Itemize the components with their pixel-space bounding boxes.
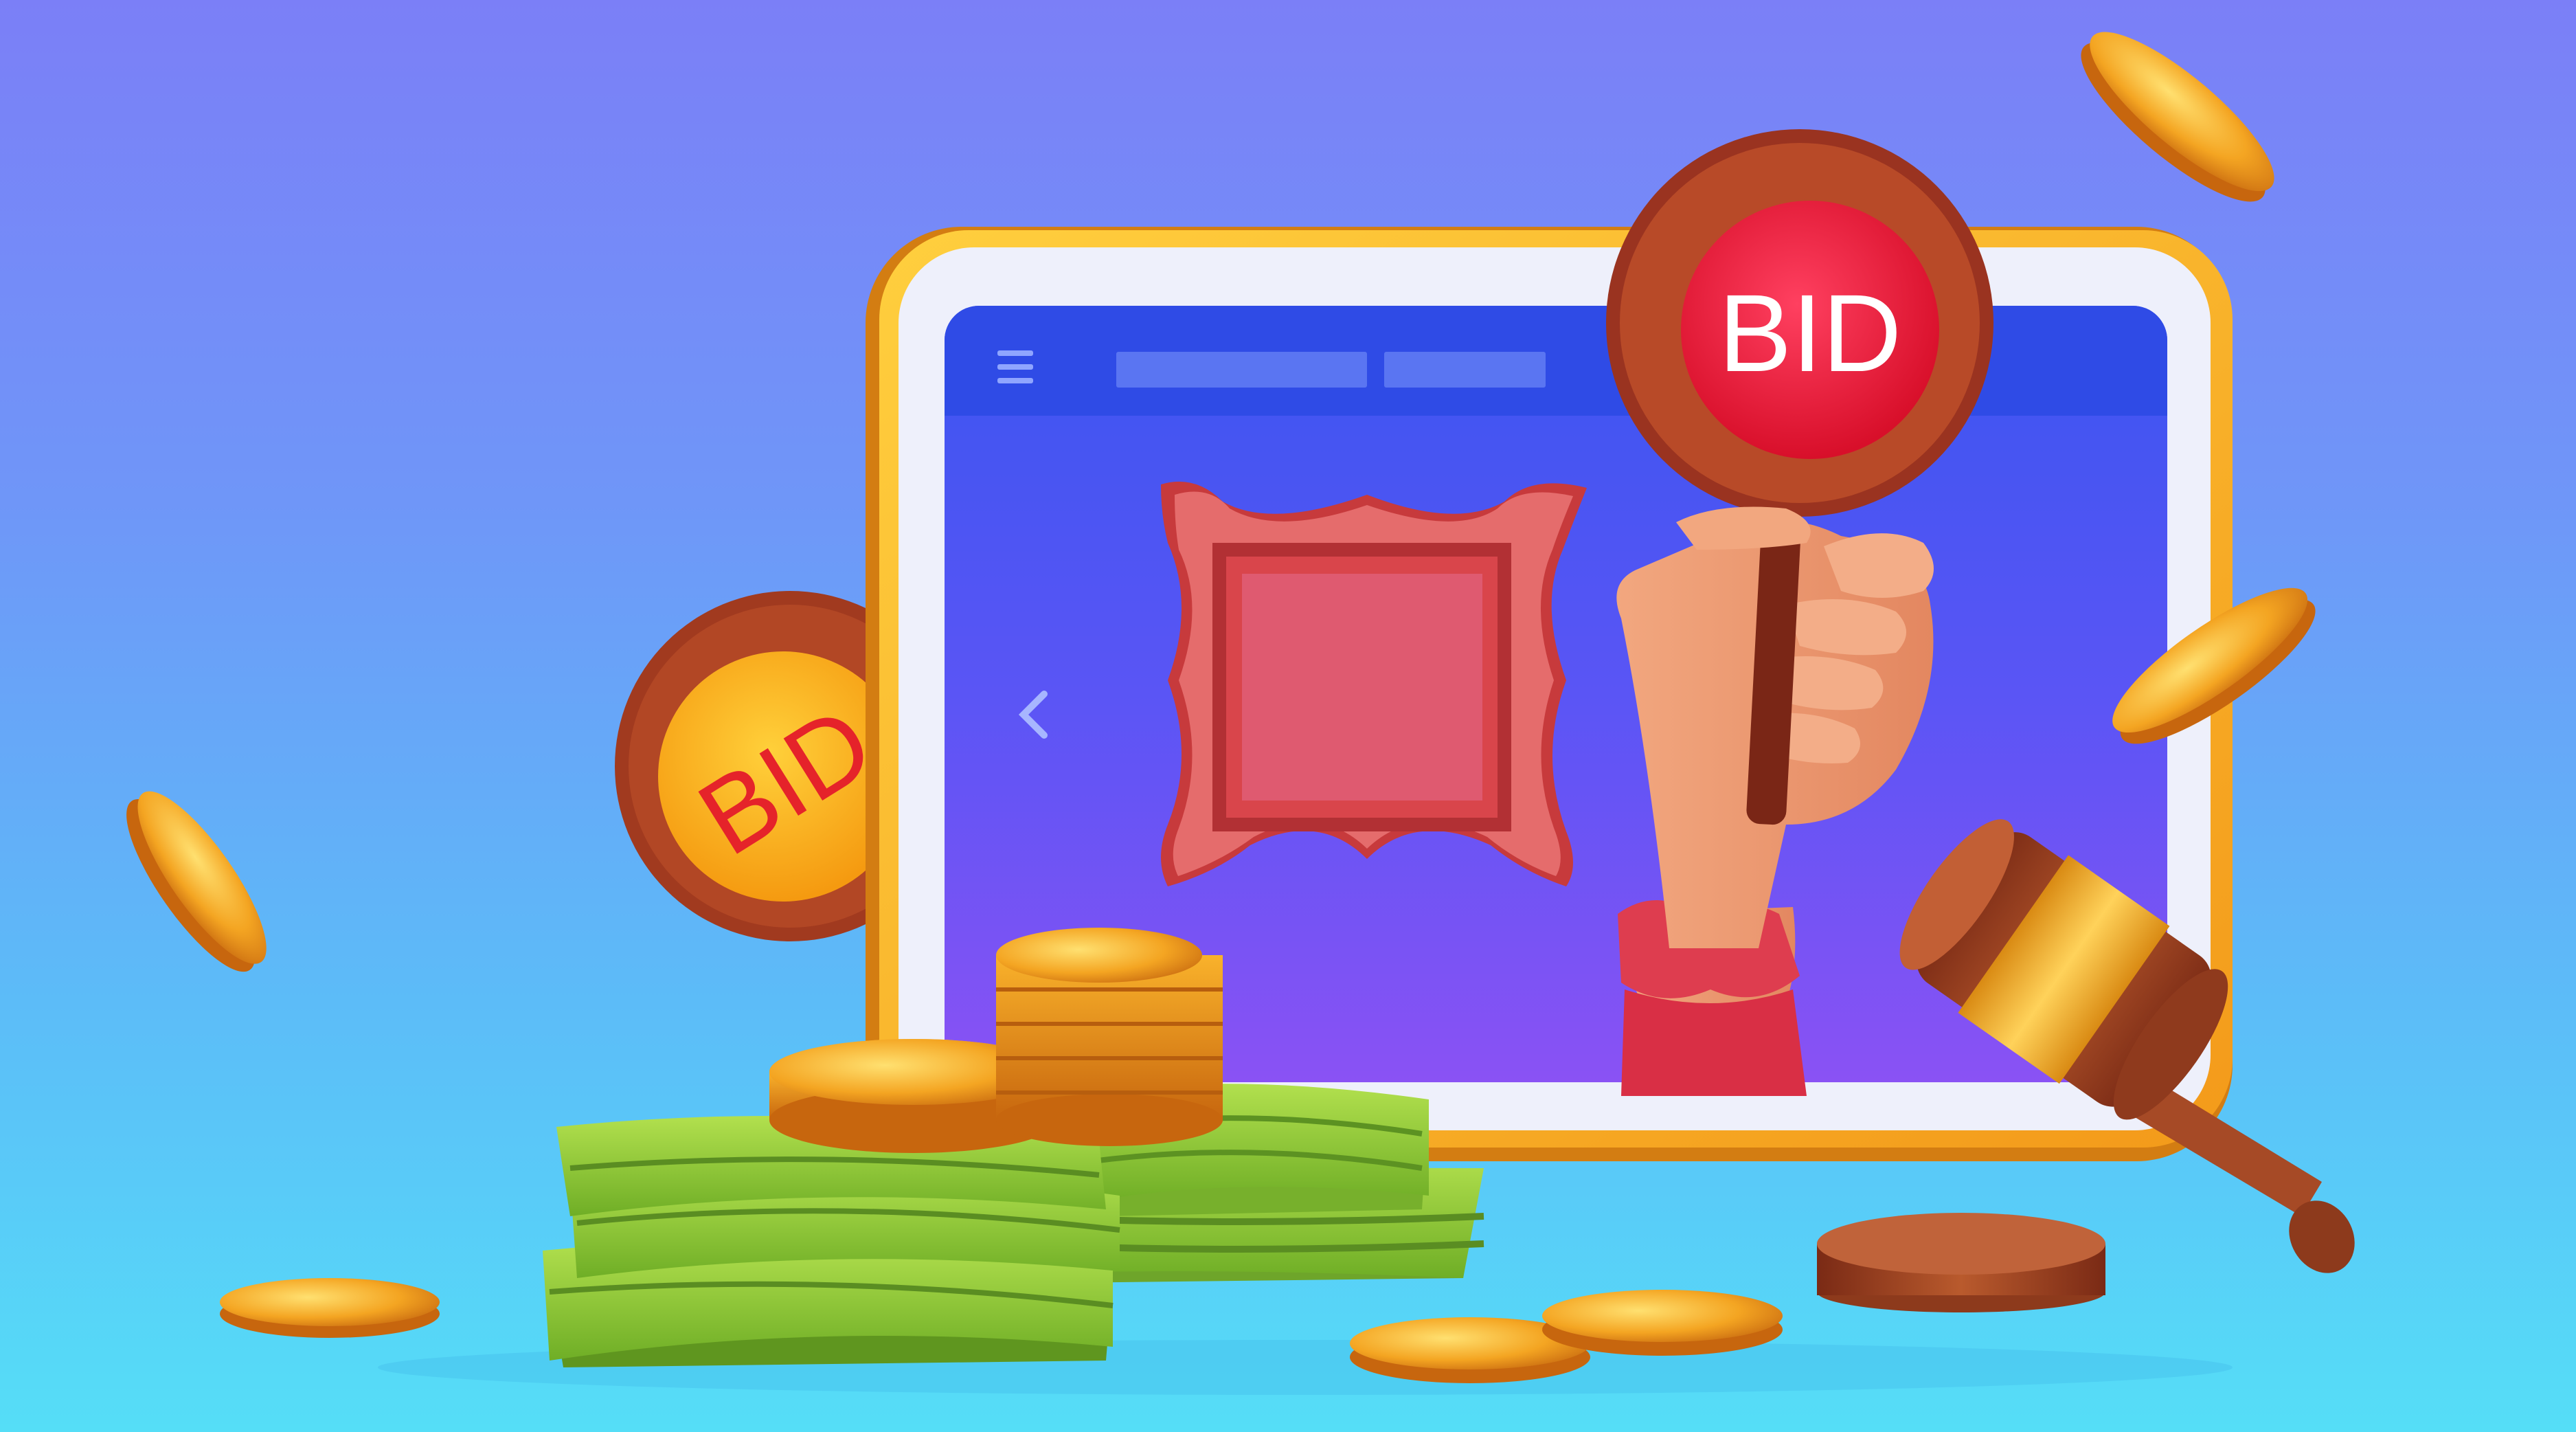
hamburger-menu-icon[interactable] <box>997 350 1033 383</box>
tall-gold-coin-stack <box>996 928 1223 1146</box>
ground-coin <box>220 1278 440 1338</box>
red-paddle-label: BID <box>1719 271 1902 394</box>
falling-coin <box>2081 32 2274 202</box>
red-sleeve <box>1621 989 1807 1096</box>
picture-frame <box>1161 481 1587 886</box>
address-bar-segment[interactable] <box>1384 352 1546 388</box>
address-bar-segment[interactable] <box>1116 352 1367 388</box>
ground-coin <box>1542 1290 1783 1356</box>
falling-coin <box>126 791 267 972</box>
illustration-canvas: BID BID <box>126 32 2355 1395</box>
auction-illustration: BID BID <box>0 0 2576 1432</box>
